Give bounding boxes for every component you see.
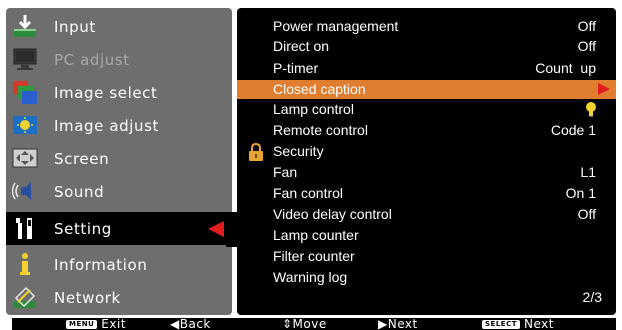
row-security[interactable]: Security bbox=[237, 142, 616, 161]
row-value: On 1 bbox=[565, 185, 596, 201]
info-icon bbox=[12, 251, 38, 277]
menu-item-image-adjust[interactable]: Image adjust bbox=[6, 109, 232, 142]
menu-item-network[interactable]: Network bbox=[6, 281, 232, 314]
menu-item-label: Sound bbox=[54, 183, 105, 201]
select-key-tag: SELECT bbox=[482, 320, 520, 329]
row-video-delay-control[interactable]: Video delay control Off bbox=[237, 205, 616, 224]
row-power-management[interactable]: Power management Off bbox=[237, 17, 616, 36]
setting-icon bbox=[12, 215, 38, 241]
submenu-arrow-icon bbox=[598, 83, 610, 95]
exit-hint: MENU Exit bbox=[66, 318, 126, 330]
select-next-label: Next bbox=[523, 318, 554, 330]
menu-item-label: Screen bbox=[54, 150, 110, 168]
row-label: Lamp control bbox=[273, 101, 354, 117]
row-fan[interactable]: Fan L1 bbox=[237, 163, 616, 182]
row-value: Off bbox=[577, 206, 596, 222]
selection-arrow-icon bbox=[208, 221, 224, 237]
menu-item-information[interactable]: Information bbox=[6, 248, 232, 281]
network-icon bbox=[12, 284, 38, 310]
row-label: Filter counter bbox=[273, 248, 355, 264]
row-label: Warning log bbox=[273, 269, 348, 285]
row-label: Closed caption bbox=[273, 81, 366, 97]
menu-item-input[interactable]: Input bbox=[6, 10, 232, 43]
next-hint: ▶Next bbox=[378, 318, 418, 330]
projector-menu: Input PC adjust Image select Image adjus… bbox=[0, 0, 622, 330]
menu-item-image-select[interactable]: Image select bbox=[6, 76, 232, 109]
row-label: Security bbox=[273, 143, 324, 159]
image-select-icon bbox=[12, 79, 38, 105]
row-label: Lamp counter bbox=[273, 227, 359, 243]
key-guide-bar: MENU Exit ◀Back ⇕Move ▶Next SELECT Next bbox=[12, 318, 616, 330]
row-label: Video delay control bbox=[273, 206, 392, 222]
row-value: Count up bbox=[535, 60, 596, 76]
input-icon bbox=[12, 13, 38, 39]
exit-label: Exit bbox=[101, 318, 127, 330]
menu-item-label: Input bbox=[54, 18, 96, 36]
menu-item-label: Image adjust bbox=[54, 117, 160, 135]
row-value: L1 bbox=[580, 164, 596, 180]
row-lamp-counter[interactable]: Lamp counter bbox=[237, 226, 616, 245]
monitor-icon bbox=[12, 46, 38, 72]
menu-item-screen[interactable]: Screen bbox=[6, 142, 232, 175]
row-label: Fan control bbox=[273, 185, 344, 201]
menu-item-label: Image select bbox=[54, 84, 158, 102]
select-hint: SELECT Next bbox=[482, 318, 554, 330]
row-fan-control[interactable]: Fan control On 1 bbox=[237, 184, 616, 203]
row-label: Remote control bbox=[273, 122, 368, 138]
row-label: P-timer bbox=[273, 60, 319, 76]
lamp-bulb-icon bbox=[584, 101, 598, 117]
speaker-icon bbox=[11, 178, 38, 204]
row-closed-caption[interactable]: Closed caption bbox=[237, 80, 616, 99]
row-value: Off bbox=[577, 38, 596, 54]
row-value: Off bbox=[577, 18, 596, 34]
back-hint: ◀Back bbox=[170, 318, 211, 330]
row-warning-log[interactable]: Warning log bbox=[237, 268, 616, 287]
row-p-timer[interactable]: P-timer Count up bbox=[237, 59, 616, 78]
menu-item-sound[interactable]: Sound bbox=[6, 175, 232, 208]
row-remote-control[interactable]: Remote control Code 1 bbox=[237, 121, 616, 140]
row-label: Power management bbox=[273, 18, 399, 34]
page-indicator: 2/3 bbox=[582, 289, 602, 305]
main-menu: Input PC adjust Image select Image adjus… bbox=[6, 8, 232, 315]
settings-submenu: Power management Off Direct on Off P-tim… bbox=[237, 8, 616, 315]
lock-icon bbox=[247, 142, 265, 161]
row-filter-counter[interactable]: Filter counter bbox=[237, 247, 616, 266]
menu-item-label: Setting bbox=[54, 220, 112, 238]
move-hint: ⇕Move bbox=[282, 318, 327, 330]
menu-item-setting[interactable]: Setting bbox=[6, 212, 232, 245]
row-label: Direct on bbox=[273, 38, 330, 54]
menu-key-tag: MENU bbox=[66, 320, 98, 329]
screen-icon bbox=[12, 145, 38, 171]
row-label: Fan bbox=[273, 164, 298, 180]
row-lamp-control[interactable]: Lamp control bbox=[237, 100, 616, 119]
menu-item-label: Information bbox=[54, 256, 148, 274]
menu-item-label: Network bbox=[54, 289, 121, 307]
row-direct-on[interactable]: Direct on Off bbox=[237, 37, 616, 56]
menu-item-pc-adjust[interactable]: PC adjust bbox=[6, 43, 232, 76]
image-adjust-icon bbox=[12, 112, 38, 138]
menu-item-label: PC adjust bbox=[54, 51, 130, 69]
row-value: Code 1 bbox=[550, 122, 596, 138]
